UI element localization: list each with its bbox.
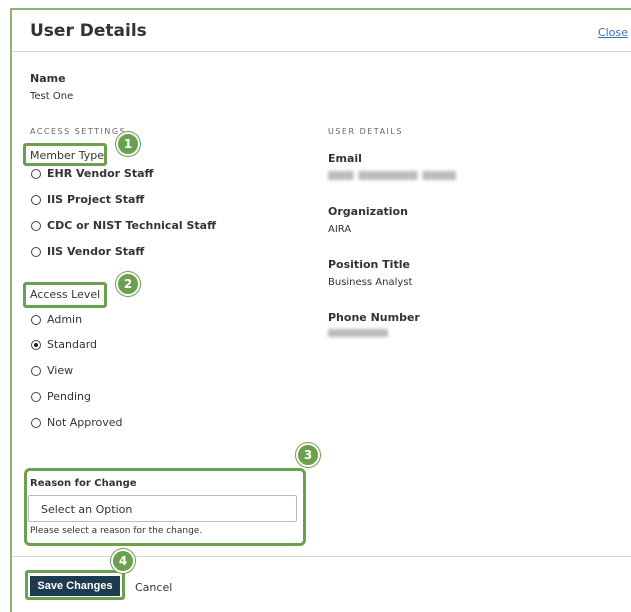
access-settings-heading: ACCESS SETTINGS <box>30 127 127 136</box>
name-label: Name <box>30 72 66 85</box>
member-type-option[interactable]: CDC or NIST Technical Staff <box>31 219 216 232</box>
access-level-option[interactable]: Admin <box>31 313 82 326</box>
radio-icon[interactable] <box>31 391 41 402</box>
member-type-option[interactable]: IIS Project Staff <box>31 193 144 206</box>
reason-label: Reason for Change <box>30 478 137 489</box>
step-badge-3: 3 <box>296 443 320 467</box>
save-changes-button[interactable]: Save Changes <box>30 576 120 596</box>
cancel-button[interactable]: Cancel <box>135 581 172 594</box>
step-badge-1: 1 <box>116 132 140 156</box>
radio-icon[interactable] <box>31 314 41 325</box>
name-value: Test One <box>30 91 74 102</box>
reason-help-text: Please select a reason for the change. <box>30 526 203 536</box>
radio-icon[interactable] <box>31 365 41 376</box>
user-details-heading: USER DETAILS <box>328 127 403 136</box>
email-value-redacted <box>328 171 456 180</box>
reason-select[interactable]: Select an Option <box>28 495 297 522</box>
radio-selected-icon[interactable] <box>31 339 41 350</box>
member-type-option[interactable]: IIS Vendor Staff <box>31 245 144 258</box>
radio-icon[interactable] <box>31 220 41 231</box>
radio-icon[interactable] <box>31 168 41 179</box>
position-title-label: Position Title <box>328 258 410 271</box>
member-type-label: Member Type <box>30 149 105 162</box>
phone-number-value-redacted <box>328 329 388 337</box>
step-badge-4: 4 <box>111 549 135 573</box>
radio-icon[interactable] <box>31 417 41 428</box>
radio-icon[interactable] <box>31 246 41 257</box>
access-level-option[interactable]: View <box>31 364 73 377</box>
footer-divider <box>12 556 631 557</box>
access-level-option[interactable]: Pending <box>31 390 91 403</box>
access-level-option[interactable]: Standard <box>31 338 97 351</box>
access-level-option[interactable]: Not Approved <box>31 416 123 429</box>
access-level-label: Access Level <box>30 288 101 301</box>
email-label: Email <box>328 152 362 165</box>
organization-value: AIRA <box>328 224 352 235</box>
page-title: User Details <box>30 21 147 41</box>
position-title-value: Business Analyst <box>328 277 413 288</box>
close-link[interactable]: Close <box>598 26 628 39</box>
phone-number-label: Phone Number <box>328 311 420 324</box>
step-badge-2: 2 <box>116 272 140 296</box>
radio-icon[interactable] <box>31 194 41 205</box>
organization-label: Organization <box>328 205 408 218</box>
member-type-option[interactable]: EHR Vendor Staff <box>31 167 153 180</box>
dialog-header: User Details Close <box>12 10 631 52</box>
